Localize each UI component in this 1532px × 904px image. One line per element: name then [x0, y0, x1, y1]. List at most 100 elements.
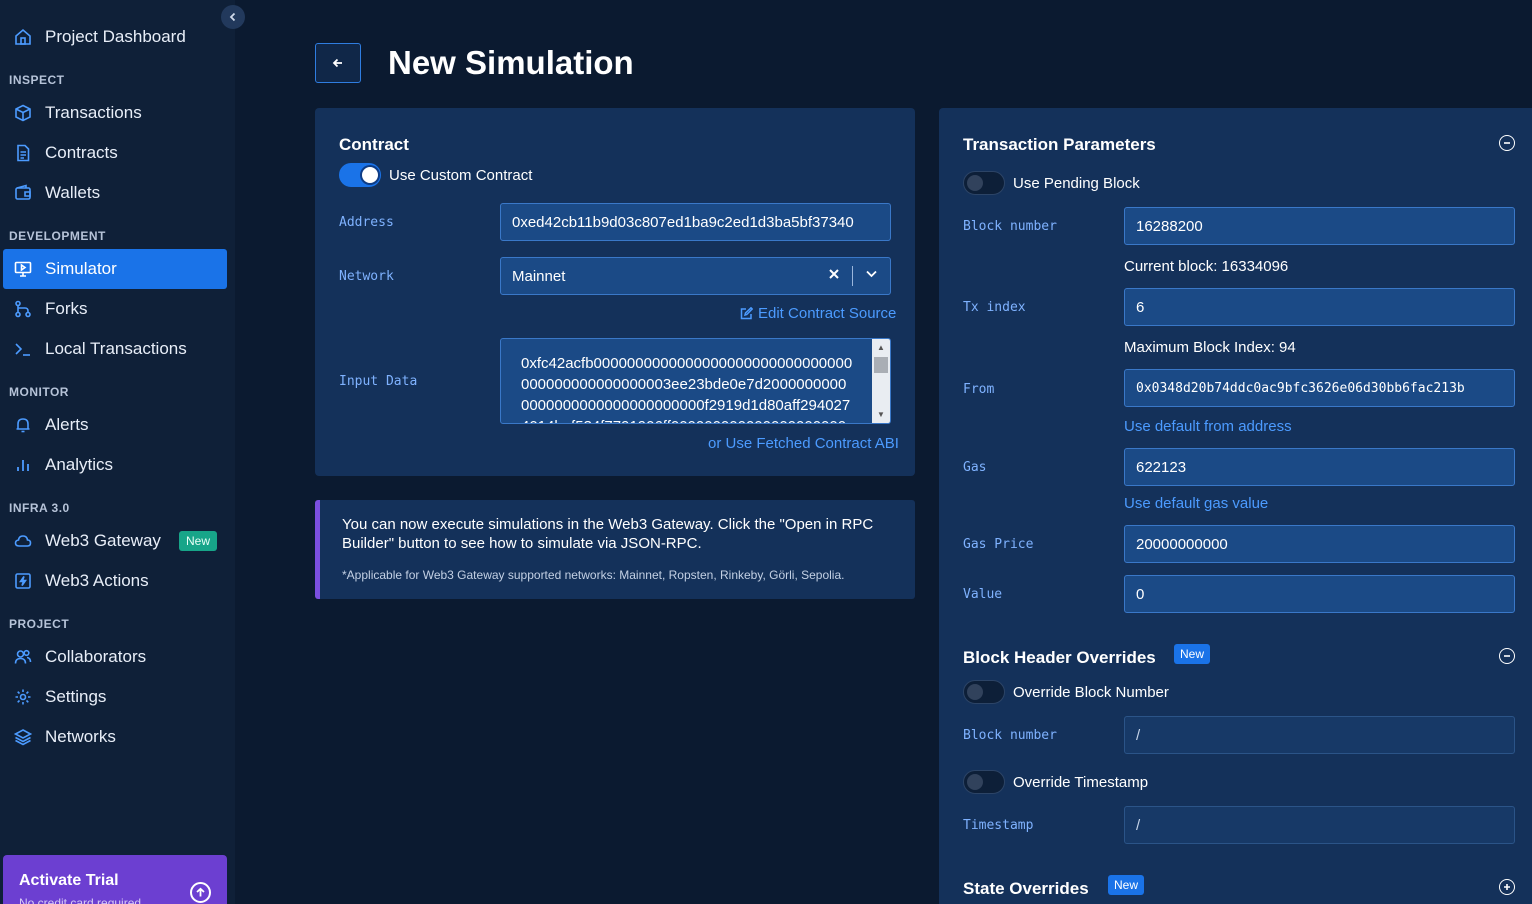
sidebar-item-label: Wallets	[45, 183, 101, 202]
current-block-text: Current block: 16334096	[1124, 258, 1289, 275]
sidebar-item-settings[interactable]: Settings	[3, 677, 227, 717]
block-overrides-heading: Block Header Overrides	[963, 648, 1156, 667]
value-input[interactable]: 0	[1124, 575, 1515, 613]
timestamp-label: Timestamp	[963, 818, 1034, 833]
sidebar-item-networks[interactable]: Networks	[3, 717, 227, 757]
sidebar-item-alerts[interactable]: Alerts	[3, 405, 227, 445]
wallet-icon	[13, 183, 33, 203]
default-gas-link[interactable]: Use default gas value	[1124, 495, 1268, 512]
block-number-label: Block number	[963, 219, 1057, 234]
new-badge: New	[1108, 875, 1145, 895]
select-divider	[852, 266, 853, 286]
section-monitor: MONITOR	[9, 385, 69, 399]
sidebar-item-collaborators[interactable]: Collaborators	[3, 637, 227, 677]
override-block-number-toggle[interactable]	[963, 680, 1005, 704]
fork-icon	[13, 299, 33, 319]
bell-icon	[13, 415, 33, 435]
info-message: You can now execute simulations in the W…	[342, 516, 874, 552]
sidebar-item-label: Forks	[45, 299, 88, 318]
tx-params-heading: Transaction Parameters	[963, 135, 1156, 154]
input-data-value: 0xfc42acfb000000000000000000000000000000…	[521, 355, 853, 423]
bar-chart-icon	[13, 455, 33, 475]
input-data-textarea[interactable]: 0xfc42acfb000000000000000000000000000000…	[500, 338, 891, 424]
scroll-up-icon[interactable]: ▲	[877, 343, 885, 352]
gas-price-input[interactable]: 20000000000	[1124, 525, 1515, 563]
sidebar-item-label: Transactions	[45, 103, 142, 122]
expand-plus-icon[interactable]	[1499, 879, 1515, 895]
override-block-number-field-label: Block number	[963, 728, 1057, 743]
override-block-number-input[interactable]: /	[1124, 716, 1515, 754]
use-pending-block-toggle[interactable]	[963, 171, 1005, 195]
from-label: From	[963, 382, 995, 397]
lightning-box-icon	[13, 571, 33, 591]
gateway-info-banner: You can now execute simulations in the W…	[315, 500, 915, 599]
collapse-minus-icon[interactable]	[1499, 135, 1515, 151]
default-from-link[interactable]: Use default from address	[1124, 418, 1292, 435]
gear-icon	[13, 687, 33, 707]
network-select[interactable]: Mainnet	[500, 257, 891, 295]
fetched-abi-link[interactable]: or Use Fetched Contract ABI	[708, 435, 899, 452]
chevron-left-icon	[229, 12, 236, 22]
section-project: PROJECT	[9, 617, 70, 631]
cube-icon	[13, 103, 33, 123]
textarea-scrollbar[interactable]: ▲ ▼	[872, 339, 890, 423]
activate-trial-button[interactable]: Activate Trial No credit card required	[3, 855, 227, 904]
override-timestamp-toggle[interactable]	[963, 770, 1005, 794]
sidebar-item-wallets[interactable]: Wallets	[3, 173, 227, 213]
edit-contract-source-link[interactable]: Edit Contract Source	[740, 305, 896, 322]
collapse-sidebar-button[interactable]	[221, 5, 245, 29]
collapse-minus-icon[interactable]	[1499, 648, 1515, 664]
tx-index-label: Tx index	[963, 300, 1026, 315]
use-custom-contract-label: Use Custom Contract	[389, 167, 533, 184]
home-icon	[13, 27, 33, 47]
info-footnote: *Applicable for Web3 Gateway supported n…	[342, 568, 845, 582]
section-inspect: INSPECT	[9, 73, 65, 87]
contract-panel: Contract Use Custom Contract Address 0xe…	[315, 108, 915, 476]
scroll-down-icon[interactable]: ▼	[877, 410, 885, 419]
address-input[interactable]: 0xed42cb11b9d03c807ed1ba9c2ed1d3ba5bf373…	[500, 203, 891, 241]
input-data-label: Input Data	[339, 374, 418, 389]
sidebar-item-web3-actions[interactable]: Web3 Actions	[3, 561, 227, 601]
max-block-index-text: Maximum Block Index: 94	[1124, 339, 1296, 356]
document-icon	[13, 143, 33, 163]
timestamp-input[interactable]: /	[1124, 806, 1515, 844]
arrow-left-icon	[332, 58, 342, 68]
sidebar-item-forks[interactable]: Forks	[3, 289, 227, 329]
cloud-icon	[13, 531, 33, 551]
sidebar-item-contracts[interactable]: Contracts	[3, 133, 227, 173]
from-input[interactable]: 0x0348d20b74ddc0ac9bfc3626e06d30bb6fac21…	[1124, 369, 1515, 407]
sidebar-item-transactions[interactable]: Transactions	[3, 93, 227, 133]
edit-icon	[740, 307, 753, 320]
new-badge: New	[1174, 644, 1211, 664]
monitor-play-icon	[13, 259, 33, 279]
sidebar-item-label: Local Transactions	[45, 339, 187, 358]
sidebar-item-web3-gateway[interactable]: Web3 Gateway New	[3, 521, 227, 561]
network-value: Mainnet	[512, 267, 566, 285]
clear-icon[interactable]	[828, 267, 840, 284]
trial-title: Activate Trial	[19, 872, 119, 889]
scroll-thumb[interactable]	[874, 357, 888, 373]
section-development: DEVELOPMENT	[9, 229, 106, 243]
sidebar-item-analytics[interactable]: Analytics	[3, 445, 227, 485]
back-button[interactable]	[315, 43, 361, 83]
arrow-up-circle-icon	[190, 882, 211, 903]
sidebar-item-label: Simulator	[45, 259, 117, 278]
users-icon	[13, 647, 33, 667]
block-number-input[interactable]: 16288200	[1124, 207, 1515, 245]
sidebar-item-label: Settings	[45, 687, 107, 706]
layers-icon	[13, 727, 33, 747]
edit-contract-source-text: Edit Contract Source	[758, 305, 897, 322]
contract-heading: Contract	[339, 135, 409, 154]
trial-subtitle: No credit card required	[19, 896, 142, 904]
section-infra: INFRA 3.0	[9, 501, 70, 515]
sidebar-item-label: Web3 Actions	[45, 571, 149, 590]
gas-label: Gas	[963, 460, 987, 475]
tx-index-input[interactable]: 6	[1124, 288, 1515, 326]
chevron-down-icon[interactable]	[865, 267, 878, 284]
gas-input[interactable]: 622123	[1124, 448, 1515, 486]
sidebar-item-project-dashboard[interactable]: Project Dashboard	[3, 17, 227, 57]
sidebar-item-local-transactions[interactable]: Local Transactions	[3, 329, 227, 369]
sidebar-item-simulator[interactable]: Simulator	[3, 249, 227, 289]
use-custom-contract-toggle[interactable]	[339, 163, 381, 187]
sidebar: Project Dashboard INSPECT Transactions C…	[0, 0, 235, 904]
